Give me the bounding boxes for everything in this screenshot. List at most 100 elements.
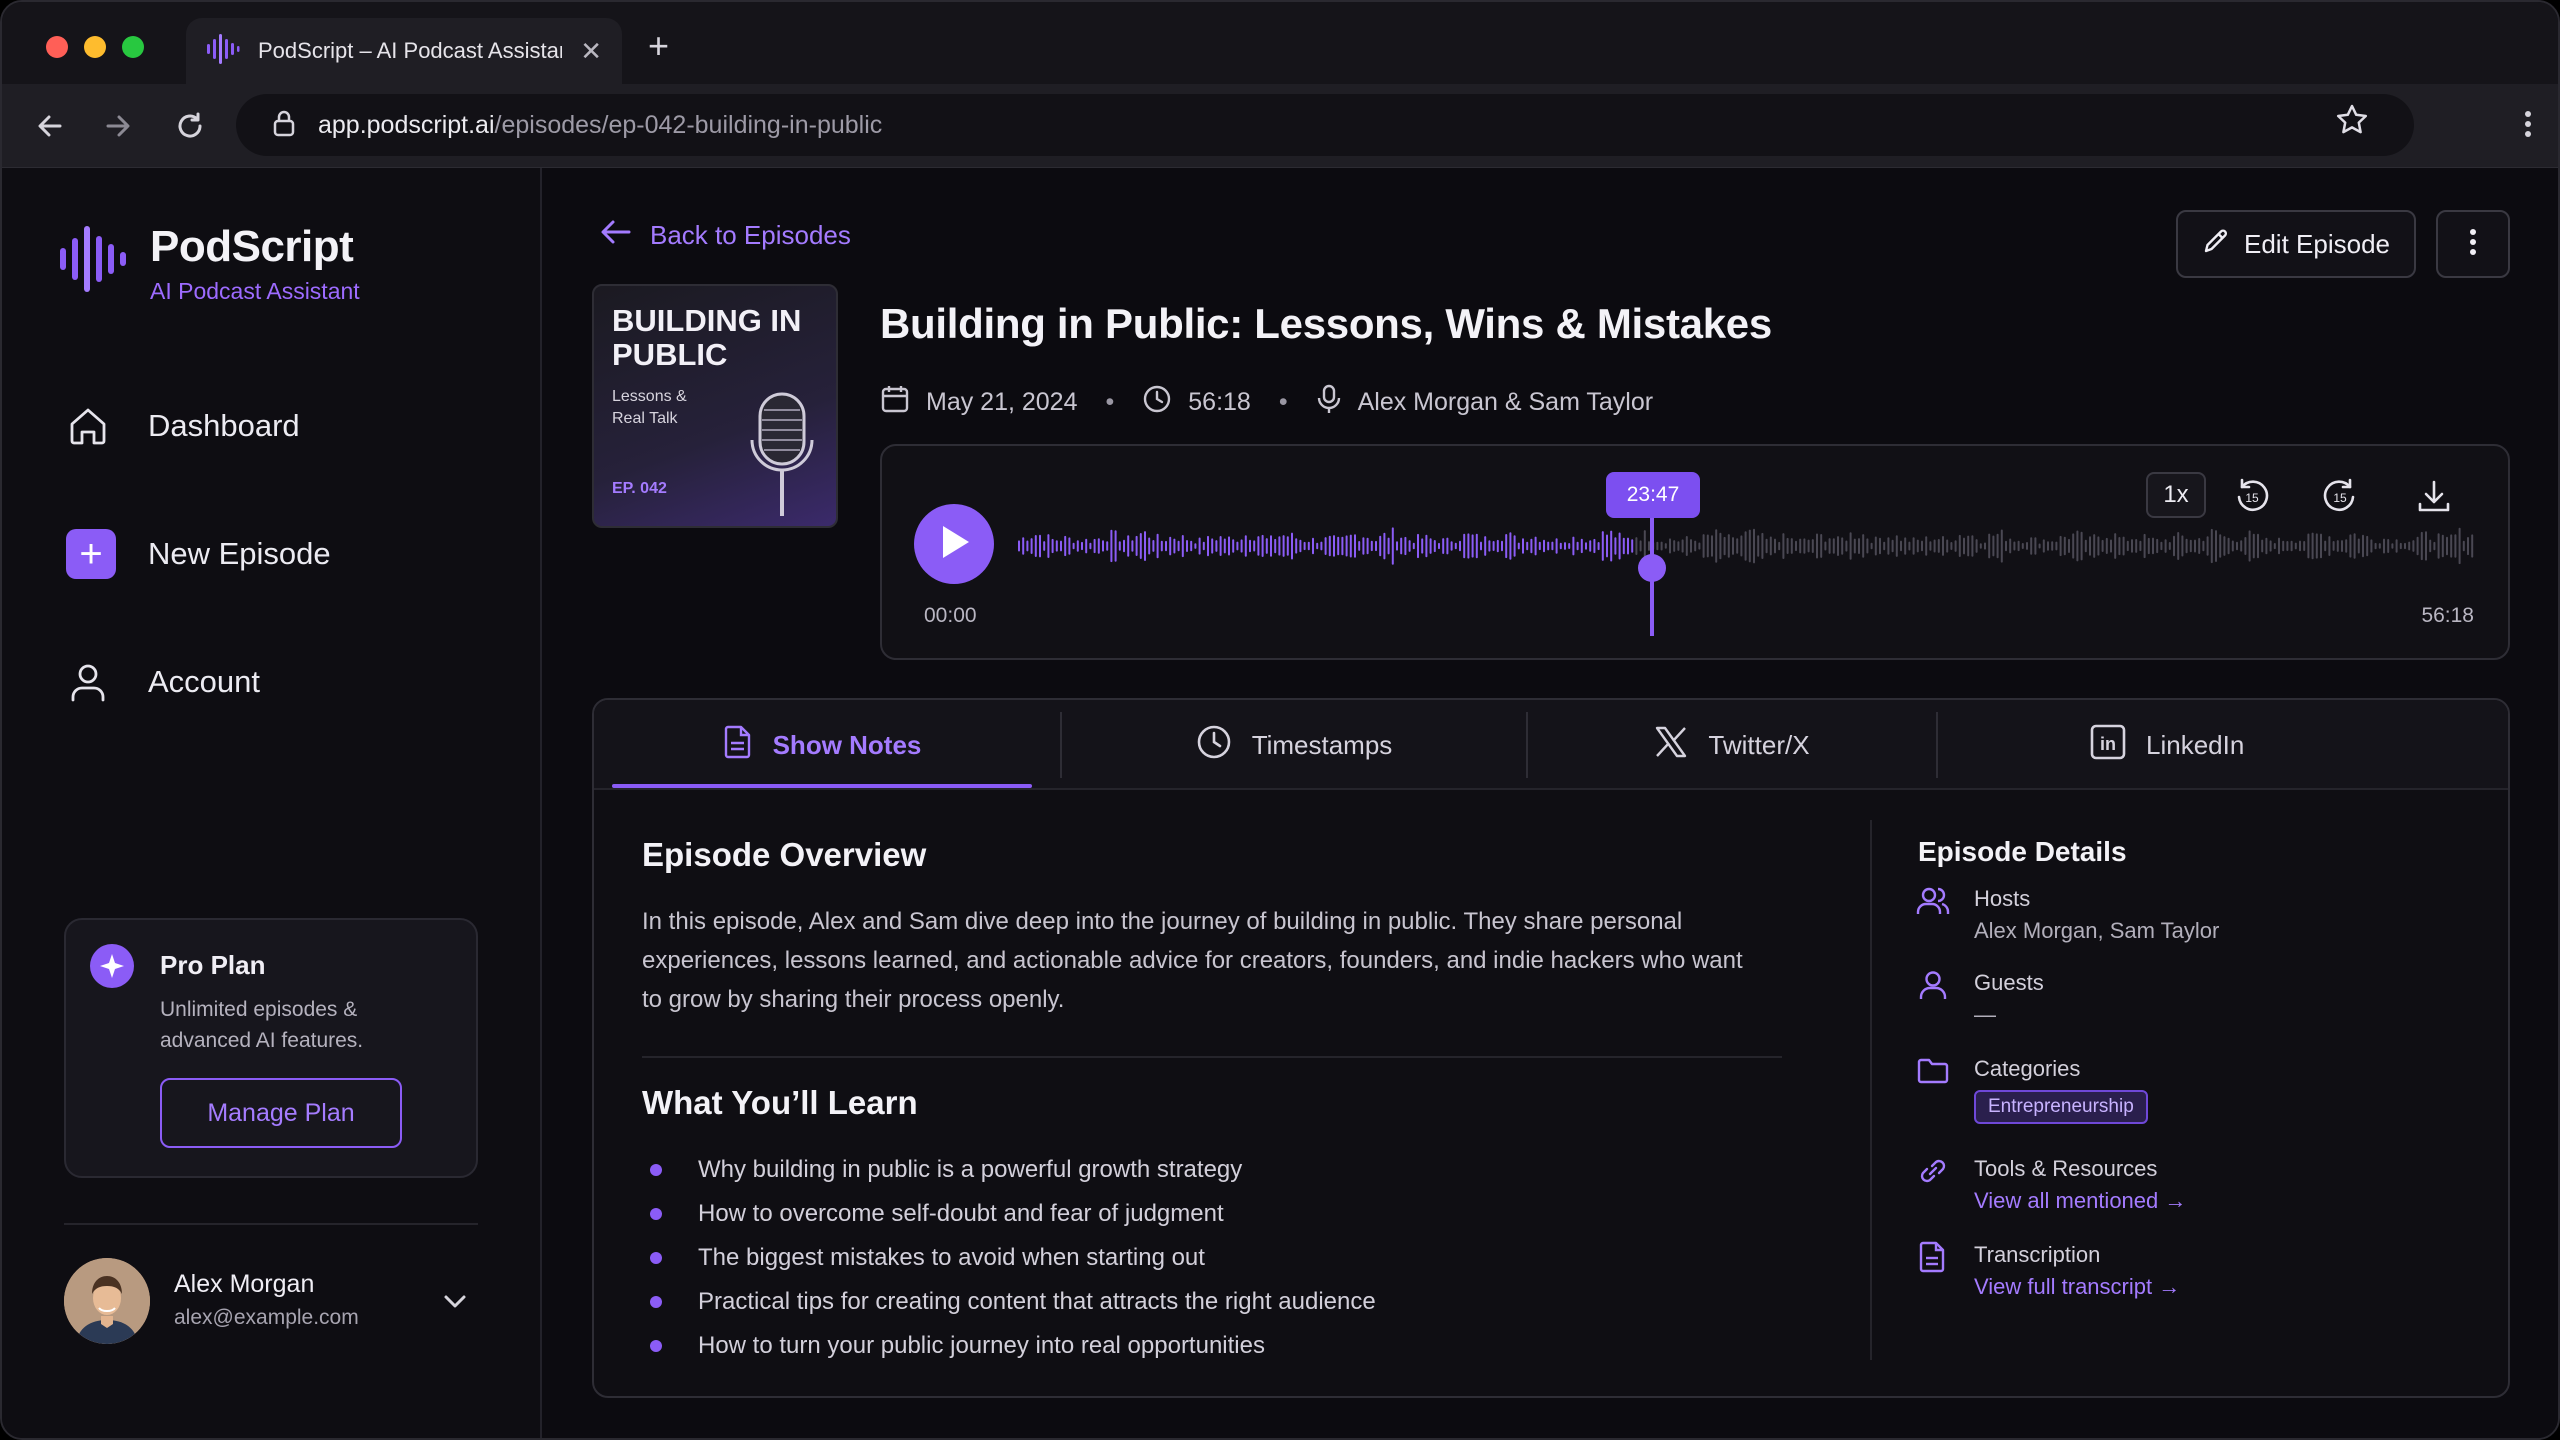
- waveform-bar: [1253, 540, 1256, 552]
- chevron-down-icon[interactable]: [438, 1284, 472, 1323]
- waveform-bar: [1635, 537, 1638, 555]
- view-all-mentioned-link[interactable]: View all mentioned →: [1974, 1188, 2186, 1214]
- content-divider: [642, 1056, 1782, 1058]
- waveform-bar: [1299, 539, 1302, 553]
- waveform-bar: [1349, 534, 1352, 558]
- waveform-bar: [2063, 536, 2066, 556]
- waveform-bar: [1144, 531, 1146, 561]
- waveform-bar: [1282, 535, 1285, 557]
- browser-tab[interactable]: PodScript – AI Podcast Assistant ✕: [186, 18, 622, 84]
- overview-heading: Episode Overview: [642, 836, 927, 873]
- sidebar-item-new-episode[interactable]: + New Episode: [66, 522, 331, 586]
- waveform-bar: [1165, 540, 1167, 552]
- download-icon[interactable]: [2412, 474, 2456, 518]
- waveform-bar: [1454, 542, 1457, 550]
- more-options-button[interactable]: [2436, 210, 2510, 278]
- waveform-bar: [2265, 537, 2268, 555]
- waveform-bar: [2446, 536, 2448, 556]
- browser-menu-icon[interactable]: [2508, 104, 2548, 149]
- tab-label: Twitter/X: [1708, 729, 1810, 760]
- manage-plan-button[interactable]: Manage Plan: [160, 1078, 402, 1148]
- waveform-bar: [1874, 536, 1877, 556]
- waveform-bar: [1685, 536, 1688, 556]
- waveform-bar: [2005, 540, 2007, 552]
- waveform-bar: [1093, 538, 1096, 554]
- waveform-bar: [2320, 533, 2322, 559]
- waveform-bar: [2286, 541, 2289, 551]
- list-item: Why building in public is a powerful gro…: [642, 1148, 1376, 1192]
- new-tab-icon[interactable]: +: [648, 28, 669, 64]
- edit-episode-button[interactable]: Edit Episode: [2176, 210, 2416, 278]
- waveform-bar: [1669, 538, 1671, 554]
- playhead-handle[interactable]: [1638, 554, 1666, 582]
- waveform-bar: [2055, 541, 2058, 551]
- sidebar-item-dashboard[interactable]: Dashboard: [66, 394, 300, 458]
- waveform-bar: [1568, 543, 1571, 549]
- waveform-bar: [1173, 538, 1176, 554]
- category-chip[interactable]: Entrepreneurship: [1974, 1090, 2148, 1124]
- back-arrow-icon[interactable]: [30, 106, 70, 146]
- rewind-15-icon[interactable]: 15: [2230, 474, 2274, 518]
- waveform-bar: [2156, 538, 2159, 554]
- waveform-bar: [1051, 538, 1054, 554]
- waveform-bar: [1748, 529, 1751, 563]
- waveform-bar: [2408, 541, 2411, 551]
- waveform-bar: [2282, 540, 2285, 552]
- tab-timestamps[interactable]: Timestamps: [1062, 700, 1526, 790]
- waveform-bar: [1039, 534, 1041, 558]
- user-profile-menu[interactable]: Alex Morgan alex@example.com: [64, 1258, 478, 1350]
- waveform-bar: [1769, 536, 1772, 556]
- window-minimize-button[interactable]: [84, 36, 106, 58]
- bookmark-star-icon[interactable]: [2334, 102, 2370, 143]
- waveform-bar: [1186, 540, 1188, 552]
- close-icon[interactable]: ✕: [580, 36, 602, 67]
- waveform-bar: [2324, 540, 2327, 552]
- waveform-bar: [2290, 540, 2293, 552]
- waveform-bar: [1580, 538, 1583, 554]
- waveform-bar: [1110, 529, 1113, 563]
- waveform-bar: [1438, 542, 1440, 550]
- waveform-bar: [2206, 536, 2209, 556]
- playback-speed-button[interactable]: 1x: [2146, 472, 2206, 518]
- view-full-transcript-link[interactable]: View full transcript →: [1974, 1274, 2180, 1300]
- waveform-bar: [1916, 539, 1919, 553]
- avatar: [64, 1258, 150, 1344]
- waveform-bar: [1030, 538, 1033, 554]
- tab-twitter-x[interactable]: Twitter/X: [1528, 700, 1936, 790]
- waveform-bar: [2420, 531, 2423, 561]
- waveform-bar: [1215, 540, 1218, 552]
- audio-waveform[interactable]: [1018, 526, 2478, 566]
- waveform-bar: [1463, 533, 1466, 559]
- content-tabs: Show Notes Timestamps Twitter/X in Linke…: [594, 700, 2508, 790]
- waveform-bar: [2194, 539, 2196, 553]
- sidebar-item-account[interactable]: Account: [66, 650, 260, 714]
- user-name: Alex Morgan: [174, 1270, 315, 1298]
- waveform-bar: [1055, 540, 1058, 552]
- tab-linkedin[interactable]: in LinkedIn: [1938, 700, 2482, 790]
- play-button[interactable]: [914, 504, 994, 584]
- waveform-bar: [2202, 540, 2205, 552]
- waveform-bar: [1383, 532, 1386, 560]
- window-close-button[interactable]: [46, 36, 68, 58]
- url-text: app.podscript.ai/episodes/ep-042-buildin…: [318, 110, 883, 139]
- waveform-bar: [1589, 540, 1592, 552]
- reload-icon[interactable]: [170, 106, 210, 146]
- window-maximize-button[interactable]: [122, 36, 144, 58]
- url-input[interactable]: app.podscript.ai/episodes/ep-042-buildin…: [236, 94, 2414, 156]
- waveform-bar: [1979, 543, 1982, 549]
- forward-15-icon[interactable]: 15: [2318, 474, 2362, 518]
- waveform-bar: [2362, 534, 2364, 558]
- waveform-bar: [1169, 536, 1172, 556]
- forward-arrow-icon[interactable]: [98, 106, 138, 146]
- waveform-bar: [2294, 542, 2297, 550]
- meta-separator: •: [1105, 388, 1115, 416]
- episode-meta: May 21, 2024 • 56:18 • Alex Morgan & Sam…: [880, 384, 1653, 421]
- tab-show-notes[interactable]: Show Notes: [612, 700, 1032, 790]
- waveform-bar: [1312, 537, 1314, 555]
- waveform-bar: [1925, 536, 1928, 556]
- waveform-bar: [1429, 538, 1432, 554]
- waveform-bar: [1102, 540, 1104, 552]
- back-to-episodes-link[interactable]: Back to Episodes: [600, 218, 851, 253]
- waveform-bar: [1114, 530, 1117, 562]
- waveform-logo-icon: [58, 224, 128, 299]
